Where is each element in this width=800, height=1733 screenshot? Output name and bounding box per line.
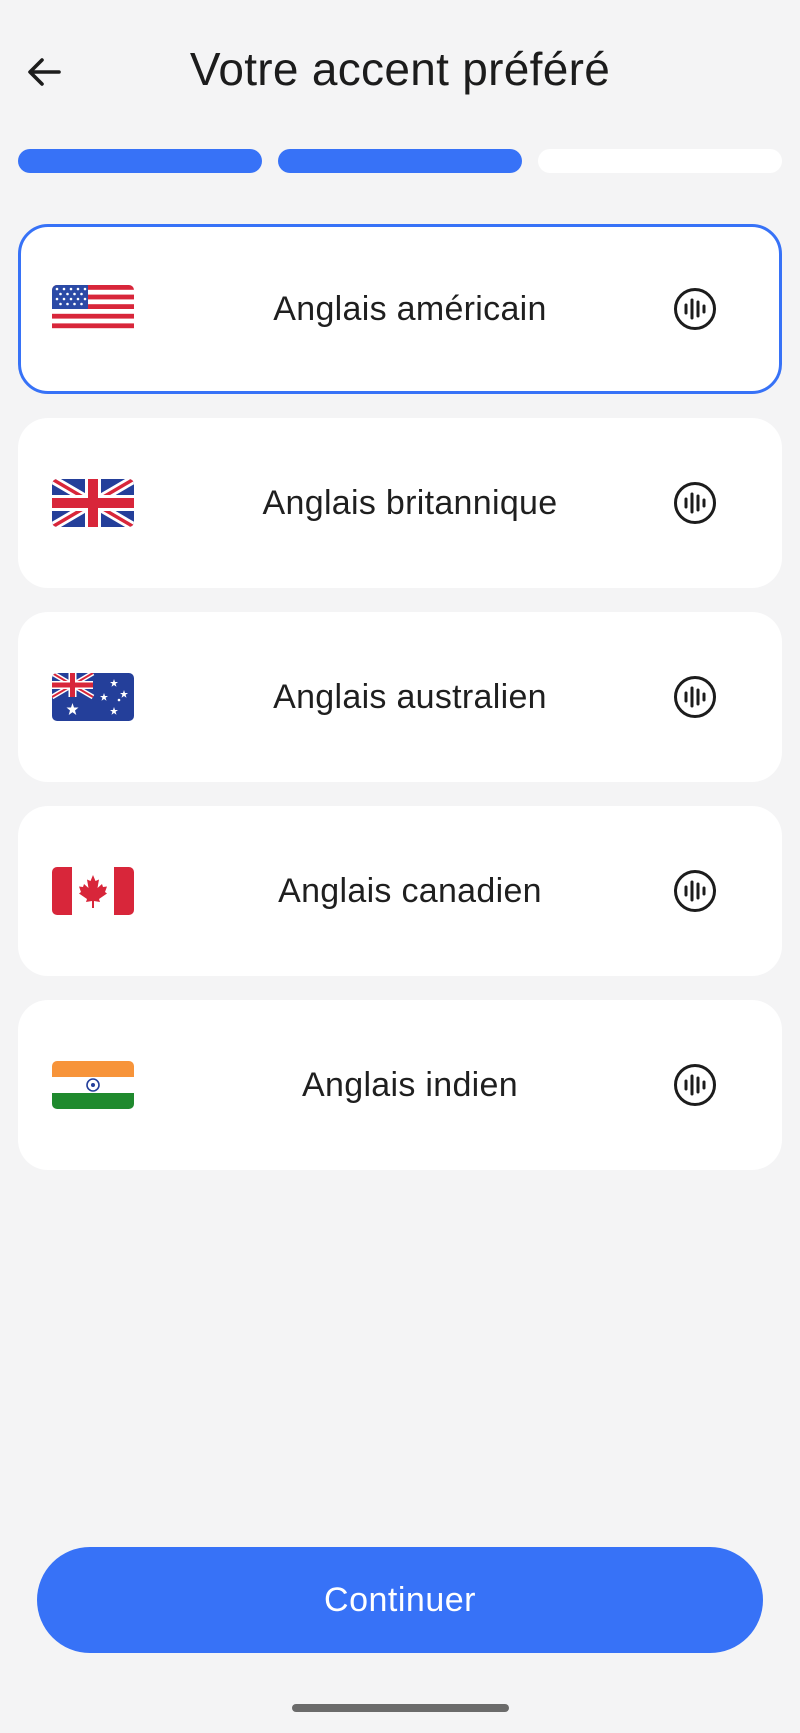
us-flag-icon <box>52 285 134 333</box>
audio-wave-icon <box>674 1064 716 1106</box>
progress-step-2 <box>278 149 522 173</box>
audio-wave-icon <box>674 288 716 330</box>
accent-option-label: Anglais britannique <box>262 483 558 522</box>
accent-option-label: Anglais indien <box>302 1065 518 1104</box>
accent-option-label: Anglais canadien <box>278 871 542 910</box>
accent-option-canadian[interactable]: Anglais canadien <box>18 806 782 976</box>
play-audio-button[interactable] <box>671 1061 719 1109</box>
accent-option-list: Anglais américain Anglais britannique An… <box>18 224 782 1194</box>
play-audio-button[interactable] <box>671 285 719 333</box>
uk-flag-icon <box>52 479 134 527</box>
header: Votre accent préféré <box>0 0 800 140</box>
audio-wave-icon <box>674 482 716 524</box>
page-title: Votre accent préféré <box>189 43 611 95</box>
progress-step-1 <box>18 149 262 173</box>
play-audio-button[interactable] <box>671 673 719 721</box>
audio-wave-icon <box>674 676 716 718</box>
accent-option-british[interactable]: Anglais britannique <box>18 418 782 588</box>
home-indicator[interactable] <box>292 1704 509 1712</box>
canada-flag-icon <box>52 867 134 915</box>
progress-step-3 <box>538 149 782 173</box>
progress-bar <box>18 149 782 173</box>
play-audio-button[interactable] <box>671 867 719 915</box>
play-audio-button[interactable] <box>671 479 719 527</box>
india-flag-icon <box>52 1061 134 1109</box>
accent-option-american[interactable]: Anglais américain <box>18 224 782 394</box>
audio-wave-icon <box>674 870 716 912</box>
accent-option-label: Anglais américain <box>273 289 547 328</box>
australia-flag-icon <box>52 673 134 721</box>
accent-option-indian[interactable]: Anglais indien <box>18 1000 782 1170</box>
continue-button[interactable]: Continuer <box>37 1547 763 1653</box>
accent-option-australian[interactable]: Anglais australien <box>18 612 782 782</box>
accent-option-label: Anglais australien <box>273 677 547 716</box>
